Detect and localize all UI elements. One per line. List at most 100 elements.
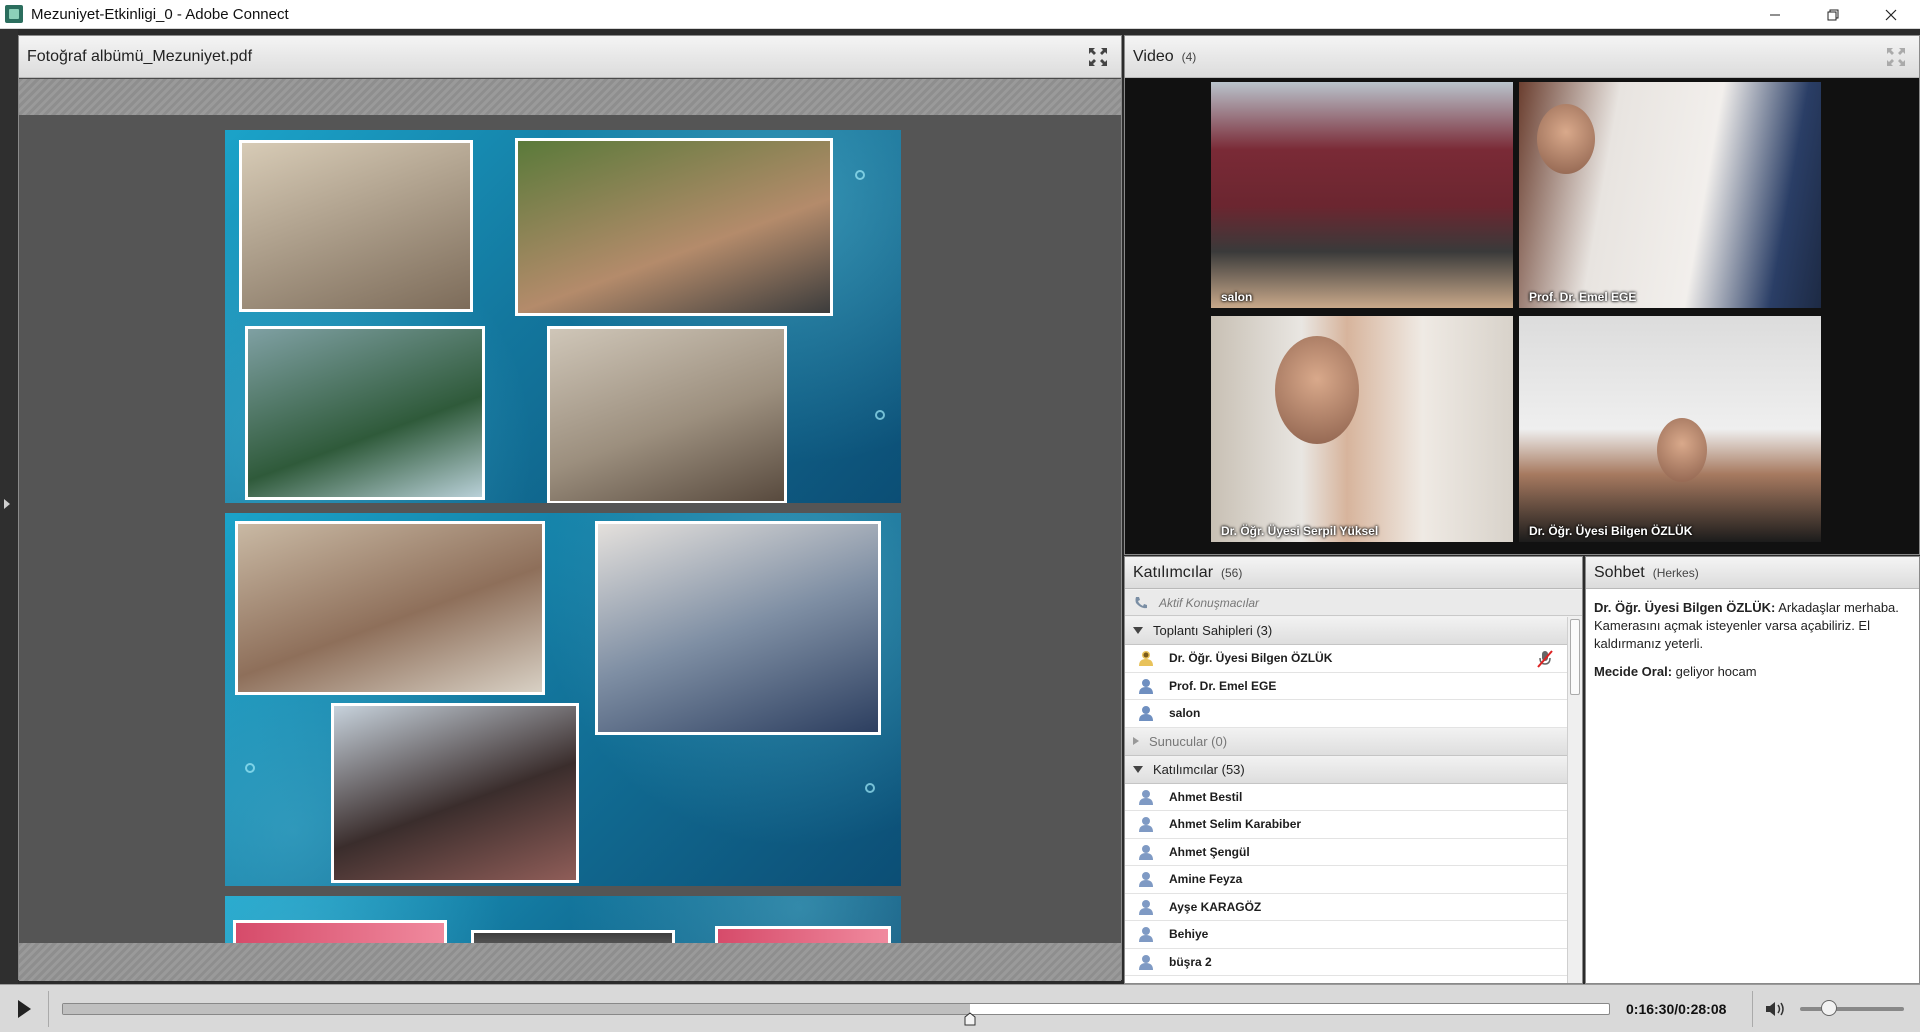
slide-page-2 xyxy=(225,513,901,886)
attendee-name: salon xyxy=(1169,706,1201,721)
group-hosts[interactable]: Toplantı Sahipleri (3) xyxy=(1125,617,1567,645)
attendee-row[interactable]: Ahmet Şengül xyxy=(1125,839,1567,866)
chat-message: Dr. Öğr. Üyesi Bilgen ÖZLÜK: Arkadaşlar … xyxy=(1594,599,1912,653)
chat-pod-title: Sohbet xyxy=(1594,563,1645,581)
video-pod: Video (4) salon Prof. Dr. Emel EGE Dr. Ö… xyxy=(1124,35,1920,555)
attendee-row[interactable]: büşra 2 xyxy=(1125,949,1567,976)
video-tile[interactable]: Dr. Öğr. Üyesi Bilgen ÖZLÜK xyxy=(1519,316,1821,542)
video-tile[interactable]: Dr. Öğr. Üyesi Serpil Yüksel xyxy=(1211,316,1513,542)
participant-user-icon xyxy=(1139,927,1153,943)
circuit-decoration xyxy=(245,763,255,773)
progress-fill xyxy=(63,1004,970,1014)
chat-sender: Mecide Oral: xyxy=(1594,664,1673,679)
group-photo xyxy=(239,140,473,312)
window-title: Mezuniyet-Etkinligi_0 - Adobe Connect xyxy=(31,5,289,23)
pdf-viewport[interactable] xyxy=(19,115,1121,943)
host-user-icon xyxy=(1139,678,1153,694)
attendees-pod-header: Katılımcılar (56) xyxy=(1125,557,1582,589)
expand-icon xyxy=(1133,737,1139,745)
chat-pod-header: Sohbet (Herkes) xyxy=(1586,557,1919,589)
video-tile-label: Dr. Öğr. Üyesi Bilgen ÖZLÜK xyxy=(1529,524,1693,538)
group-photo xyxy=(471,930,675,943)
group-photo xyxy=(515,138,833,316)
participant-face xyxy=(1537,104,1595,174)
collapse-icon xyxy=(1133,627,1143,634)
attendee-list-scrollbar[interactable] xyxy=(1567,617,1582,983)
participant-user-icon xyxy=(1139,899,1153,915)
group-photo xyxy=(245,326,485,500)
attendee-row[interactable]: Dr. Öğr. Üyesi Bilgen ÖZLÜK xyxy=(1125,645,1567,673)
separator xyxy=(1752,991,1753,1027)
slide-page-3 xyxy=(225,896,901,943)
attendee-row[interactable]: Ahmet Selim Karabiber xyxy=(1125,811,1567,839)
group-photo xyxy=(547,326,787,503)
share-pod-title: Fotoğraf albümü_Mezuniyet.pdf xyxy=(27,47,253,65)
expand-arrow-icon xyxy=(4,499,10,509)
group-photo xyxy=(235,521,545,695)
host-user-icon xyxy=(1139,706,1153,722)
participant-user-icon xyxy=(1139,789,1153,805)
chat-pod: Sohbet (Herkes) Dr. Öğr. Üyesi Bilgen ÖZ… xyxy=(1585,556,1920,984)
participant-user-icon xyxy=(1139,844,1153,860)
host-user-icon xyxy=(1139,651,1153,667)
microphone-active-icon xyxy=(1537,650,1553,668)
minimize-icon xyxy=(1770,14,1780,15)
window-controls xyxy=(1746,0,1920,29)
volume-knob[interactable] xyxy=(1821,1000,1837,1016)
video-grid: salon Prof. Dr. Emel EGE Dr. Öğr. Üyesi … xyxy=(1211,82,1823,552)
participant-user-icon xyxy=(1139,817,1153,833)
restore-button[interactable] xyxy=(1804,0,1862,29)
left-panel-handle[interactable] xyxy=(0,29,18,984)
maximize-video-button[interactable] xyxy=(1885,46,1907,68)
collapse-icon xyxy=(1133,765,1143,773)
scrollbar-thumb[interactable] xyxy=(1570,619,1580,695)
video-count: (4) xyxy=(1181,49,1197,64)
minimize-button[interactable] xyxy=(1746,0,1804,29)
progress-thumb[interactable] xyxy=(964,1012,976,1026)
adobe-connect-icon xyxy=(5,5,23,23)
participant-face xyxy=(1275,336,1359,444)
group-participants[interactable]: Katılımcılar (53) xyxy=(1125,755,1567,784)
window-titlebar: Mezuniyet-Etkinligi_0 - Adobe Connect xyxy=(0,0,1920,29)
group-photo xyxy=(595,521,881,735)
chat-sender: Dr. Öğr. Üyesi Bilgen ÖZLÜK: xyxy=(1594,600,1776,615)
volume-slider[interactable] xyxy=(1800,1007,1904,1011)
video-tile[interactable]: salon xyxy=(1211,82,1513,308)
video-tile-label: Prof. Dr. Emel EGE xyxy=(1529,290,1637,304)
group-presenters[interactable]: Sunucular (0) xyxy=(1125,727,1567,756)
attendee-name: Ahmet Selim Karabiber xyxy=(1169,817,1302,832)
group-label: Sunucular (0) xyxy=(1149,733,1228,749)
group-label: Toplantı Sahipleri (3) xyxy=(1153,623,1273,638)
attendee-count: (56) xyxy=(1221,565,1243,580)
circuit-decoration xyxy=(855,170,865,180)
slide-page-1 xyxy=(225,130,901,503)
chat-message: Mecide Oral: geliyor hocam xyxy=(1594,663,1912,681)
attendee-row[interactable]: salon xyxy=(1125,700,1567,728)
attendee-row[interactable]: Ayşe KARAGÖZ xyxy=(1125,894,1567,921)
phone-icon xyxy=(1135,597,1147,609)
video-tile[interactable]: Prof. Dr. Emel EGE xyxy=(1519,82,1821,308)
attendee-name: Ahmet Bestil xyxy=(1169,789,1243,804)
play-button[interactable] xyxy=(8,993,40,1025)
attendee-row[interactable]: Ahmet Bestil xyxy=(1125,784,1567,811)
attendee-row[interactable]: Amine Feyza xyxy=(1125,866,1567,894)
attendee-name: büşra 2 xyxy=(1169,954,1212,969)
restore-icon xyxy=(1827,9,1839,20)
attendee-row[interactable]: Behiye xyxy=(1125,921,1567,949)
close-button[interactable] xyxy=(1862,0,1920,29)
group-photo xyxy=(331,703,579,883)
video-tile-label: Dr. Öğr. Üyesi Serpil Yüksel xyxy=(1221,524,1379,538)
share-pod: Fotoğraf albümü_Mezuniyet.pdf xyxy=(18,35,1122,981)
active-speakers-label: Aktif Konuşmacılar xyxy=(1159,595,1260,610)
group-label: Katılımcılar (53) xyxy=(1153,761,1245,777)
fullscreen-icon xyxy=(1089,48,1107,66)
attendee-row[interactable]: Prof. Dr. Emel EGE xyxy=(1125,673,1567,700)
maximize-pod-button[interactable] xyxy=(1087,46,1109,68)
progress-track[interactable] xyxy=(62,1003,1610,1015)
video-pod-title: Video xyxy=(1133,47,1174,65)
attendee-name: Amine Feyza xyxy=(1169,872,1243,887)
attendee-name: Dr. Öğr. Üyesi Bilgen ÖZLÜK xyxy=(1169,651,1333,666)
close-icon xyxy=(1885,9,1897,20)
volume-icon[interactable] xyxy=(1764,999,1788,1019)
share-pod-header: Fotoğraf albümü_Mezuniyet.pdf xyxy=(19,36,1121,78)
